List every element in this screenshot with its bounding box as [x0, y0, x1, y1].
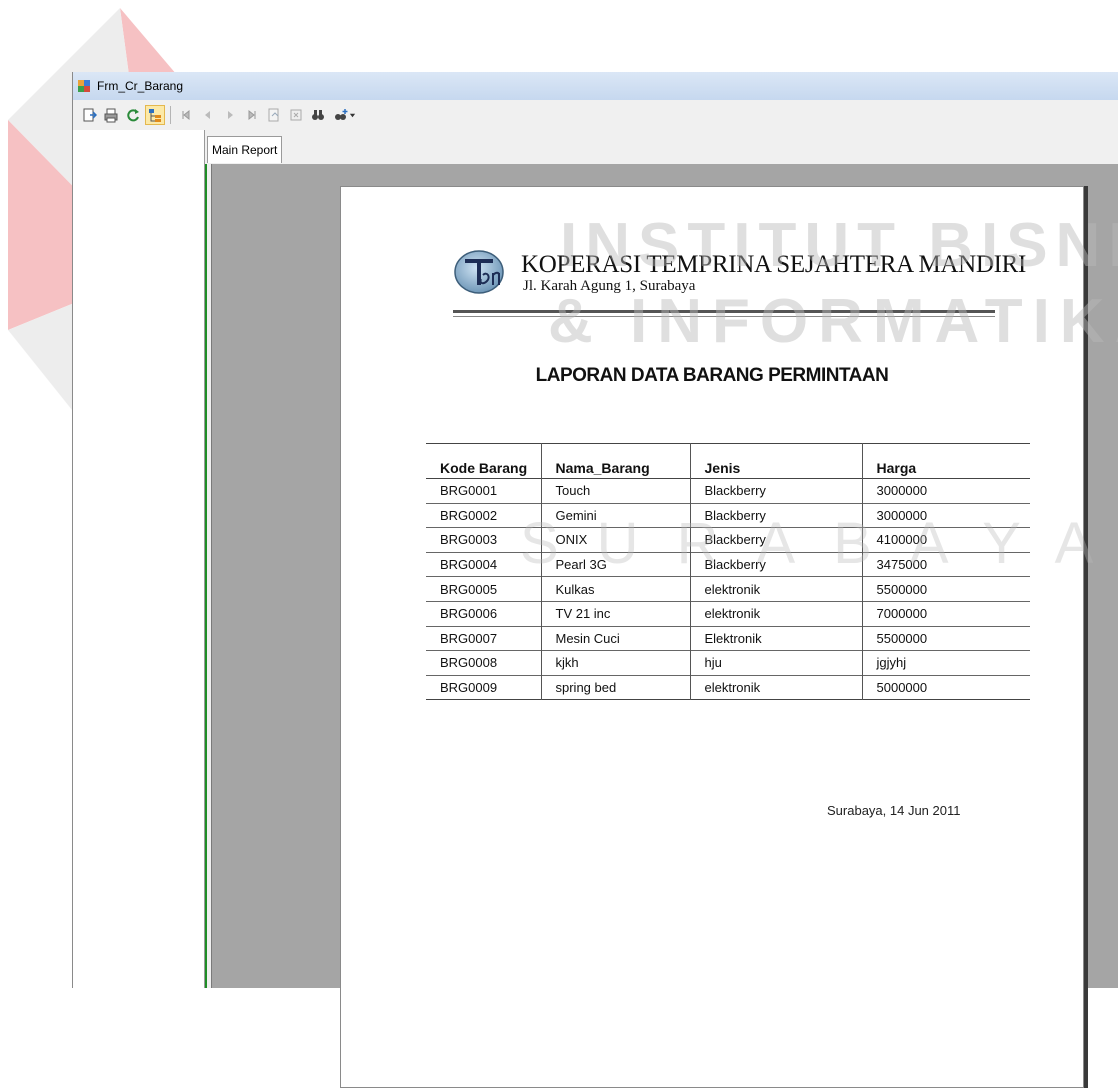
report-tab-bar: Main Report [205, 130, 1118, 164]
export-button[interactable] [79, 105, 99, 125]
table-row: BRG0005 Kulkas elektronik 5500000 [426, 576, 1030, 602]
prev-page-button[interactable] [198, 105, 218, 125]
print-button[interactable] [101, 105, 121, 125]
cell-kode: BRG0001 [440, 483, 498, 499]
table-row: BRG0009 spring bed elektronik 5000000 [426, 675, 1030, 700]
prev-page-icon [205, 111, 210, 119]
column-header-kode: Kode Barang [440, 460, 528, 476]
zoom-button[interactable] [330, 105, 358, 125]
cell-kode: BRG0007 [440, 630, 498, 646]
cell-jenis: elektronik [689, 576, 862, 602]
cell-nama: Mesin Cuci [540, 626, 690, 651]
cell-kode: BRG0005 [440, 581, 498, 597]
cell-jenis: elektronik [689, 601, 862, 627]
cell-jenis: Blackberry [689, 478, 862, 504]
column-header-nama: Nama_Barang [540, 443, 690, 479]
cell-nama: Touch [540, 478, 690, 504]
table-row: BRG0007 Mesin Cuci Elektronik 5500000 [426, 626, 1030, 651]
first-page-button[interactable] [176, 105, 196, 125]
column-header-jenis: Jenis [689, 443, 862, 479]
cell-nama: kjkh [540, 650, 690, 676]
cell-harga: 5500000 [861, 576, 1030, 602]
tab-main-report[interactable]: Main Report [207, 136, 283, 163]
next-page-button[interactable] [220, 105, 240, 125]
toggle-tree-icon [149, 109, 161, 122]
report-toolbar [73, 100, 1118, 130]
refresh-button[interactable] [123, 105, 143, 125]
chevron-down-icon [349, 113, 355, 117]
table-row: BRG0001 Touch Blackberry 3000000 [426, 478, 1030, 504]
cell-harga: 7000000 [861, 601, 1030, 627]
table-row: BRG0008 kjkh hju jgjyhj [426, 650, 1030, 676]
cell-harga: 5000000 [861, 675, 1030, 700]
find-button[interactable] [308, 105, 328, 125]
goto-page-button[interactable] [264, 105, 284, 125]
cell-harga: 5500000 [861, 626, 1030, 651]
title-bar: Frm_Cr_Barang [73, 72, 1118, 101]
first-page-icon [182, 109, 190, 121]
window-title: Frm_Cr_Barang [97, 79, 184, 93]
export-icon [83, 108, 97, 122]
cell-harga: 3000000 [861, 478, 1030, 504]
cell-nama: Kulkas [540, 576, 690, 602]
watermark-institution: INSTITUT BISNIS [560, 211, 1118, 280]
column-header-harga: Harga [861, 443, 1030, 479]
cell-nama: TV 21 inc [540, 601, 690, 627]
watermark-city: SURABAYA [520, 511, 1118, 576]
tree-divider [205, 164, 207, 988]
cell-harga: jgjyhj [861, 650, 1030, 676]
group-tree-panel[interactable] [73, 130, 205, 988]
toggle-group-tree-button[interactable] [145, 105, 165, 125]
signature-place-date: Surabaya, 14 Jun 2011 [827, 803, 961, 818]
refresh-icon [127, 109, 139, 122]
stop-button[interactable] [286, 105, 306, 125]
last-page-button[interactable] [242, 105, 262, 125]
goto-page-icon [268, 108, 279, 122]
table-row: BRG0006 TV 21 inc elektronik 7000000 [426, 601, 1030, 627]
cell-kode: BRG0006 [440, 606, 498, 622]
cell-nama: spring bed [540, 675, 690, 700]
find-icon [312, 110, 324, 120]
zoom-icon [334, 109, 347, 120]
last-page-icon [248, 109, 256, 121]
koperasi-logo [454, 250, 504, 294]
print-icon [104, 108, 118, 123]
cell-jenis: Elektronik [689, 626, 862, 651]
watermark-informatics: & INFORMATIKA [548, 287, 1118, 356]
cell-jenis: elektronik [689, 675, 862, 700]
app-icon [78, 80, 90, 92]
cell-kode: BRG0008 [440, 655, 498, 671]
toolbar-separator [170, 106, 171, 124]
cell-kode: BRG0009 [440, 680, 498, 696]
table-header-row: Kode Barang Nama_Barang Jenis Harga [426, 443, 1030, 479]
cell-jenis: hju [689, 650, 862, 676]
close-view-icon [290, 109, 302, 121]
next-page-icon [228, 111, 233, 119]
report-title: LAPORAN DATA BARANG PERMINTAAN [535, 365, 889, 386]
